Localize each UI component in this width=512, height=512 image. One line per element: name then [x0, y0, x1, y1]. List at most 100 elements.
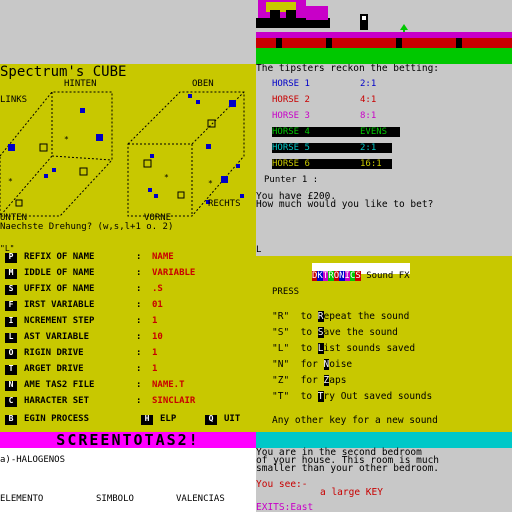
- sound-option-key: "Z": [272, 375, 290, 386]
- item-key: a large KEY: [320, 487, 383, 498]
- menu-value: 01: [152, 300, 163, 310]
- menu-key-t[interactable]: T: [5, 365, 17, 375]
- menu-value: 1: [152, 364, 158, 374]
- sound-option-key: "R": [272, 311, 290, 322]
- any-key-text: Any other key for a new sound: [272, 415, 438, 426]
- menu-key-c[interactable]: C: [5, 397, 17, 407]
- menu-colon: :: [136, 284, 142, 294]
- sound-option-post: ry Out saved sounds: [323, 391, 433, 402]
- sound-option-pre: to: [300, 327, 318, 338]
- sound-option-post: aps: [329, 375, 347, 386]
- exits-line: EXITS:East: [256, 502, 314, 512]
- sound-option-pre: to: [300, 343, 318, 354]
- menu-value: .S: [152, 284, 163, 294]
- horse-2-name: HORSE 2: [272, 95, 310, 105]
- svg-text:*: *: [64, 135, 69, 144]
- menu-value: 1: [152, 316, 158, 326]
- menu-label: NCREMENT STEP: [24, 316, 95, 326]
- menu-colon: :: [136, 268, 142, 278]
- menu-label: IDDLE OF NAME: [24, 268, 95, 278]
- adventure-top-band: [256, 432, 512, 448]
- sound-option-row[interactable]: "L" to List sounds saved: [272, 343, 415, 354]
- menu-label: REFIX OF NAME: [24, 252, 95, 262]
- tas-bottom-bar: B EGIN PROCESS H ELP Q UIT: [0, 413, 256, 427]
- cube-panel: Spectrum's CUBE HINTEN OBEN LINKS * * * …: [0, 64, 256, 240]
- cube-net-diagram: * * * *: [0, 91, 245, 217]
- svg-text:*: *: [8, 177, 13, 186]
- col-elemento: ELEMENTO: [0, 494, 44, 504]
- press-label: PRESS: [272, 287, 300, 297]
- menu-colon: :: [136, 380, 142, 390]
- horse-1-odds: 2:1: [360, 79, 377, 89]
- rotation-prompt: Naechste Drehung? (w,s,l+1 o. 2): [0, 222, 174, 232]
- horse-5-name: HORSE 5: [272, 143, 310, 153]
- menu-key-s[interactable]: S: [5, 285, 17, 295]
- brand-letter: N: [339, 271, 345, 281]
- menu-colon: :: [136, 396, 142, 406]
- menu-label: AST VARIABLE: [24, 332, 90, 342]
- menu-key-i[interactable]: I: [5, 317, 17, 327]
- menu-label: HARACTER SET: [24, 396, 90, 406]
- room-line-3: smaller than your other bedroom.: [256, 463, 440, 474]
- help-key[interactable]: H: [141, 415, 153, 425]
- you-see-label: You see:-: [256, 479, 308, 490]
- col-valencias: VALENCIAS: [176, 494, 225, 504]
- menu-key-p[interactable]: P: [5, 253, 17, 263]
- menu-value: NAME.T: [152, 380, 185, 390]
- sound-option-post: ave the sound: [323, 327, 398, 338]
- menu-key-n[interactable]: N: [5, 381, 17, 391]
- begin-label: EGIN PROCESS: [24, 414, 90, 424]
- game-scene-graphic: [256, 0, 512, 64]
- sound-option-pre: to: [300, 391, 318, 402]
- sound-title: DKTRONICS Sound FX: [312, 263, 410, 281]
- input-cursor[interactable]: L: [256, 246, 261, 255]
- tas-banner: SCREENTOTAS2!: [0, 432, 256, 448]
- menu-colon: :: [136, 252, 142, 262]
- horse-1-name: HORSE 1: [272, 79, 310, 89]
- sound-option-row[interactable]: "S" to Save the sound: [272, 327, 398, 338]
- sound-option-row[interactable]: "N" for Noise: [272, 359, 353, 370]
- horse-5-odds: 2:1: [360, 143, 377, 153]
- sound-option-pre: to: [300, 311, 318, 322]
- sound-option-pre: for: [300, 375, 324, 386]
- sound-option-pre: for: [300, 359, 324, 370]
- menu-colon: :: [136, 332, 142, 342]
- tas-banner-text: SCREENTOTAS2!: [56, 432, 200, 448]
- menu-value: VARIABLE: [152, 268, 196, 278]
- sound-option-key: "S": [272, 327, 290, 338]
- menu-key-l[interactable]: L: [5, 333, 17, 343]
- horse-6-name: HORSE 6: [272, 159, 310, 169]
- horse-6-odds: 16:1: [360, 159, 382, 169]
- sound-option-post: epeat the sound: [323, 311, 410, 322]
- sound-panel: DKTRONICS Sound FX PRESS "R" to Repeat t…: [256, 256, 512, 432]
- sound-option-row[interactable]: "T" to Try Out saved sounds: [272, 391, 433, 402]
- menu-colon: :: [136, 316, 142, 326]
- menu-value: SINCLAIR: [152, 396, 196, 406]
- menu-colon: :: [136, 364, 142, 374]
- menu-label: ARGET DRIVE: [24, 364, 84, 374]
- menu-key-o[interactable]: O: [5, 349, 17, 359]
- sound-option-post: oise: [329, 359, 353, 370]
- begin-key[interactable]: B: [5, 415, 17, 425]
- menu-key-m[interactable]: M: [5, 269, 17, 279]
- menu-label: UFFIX OF NAME: [24, 284, 95, 294]
- horse-3-name: HORSE 3: [272, 111, 310, 121]
- betting-header: The tipsters reckon the betting:: [256, 64, 440, 74]
- sound-option-row[interactable]: "R" to Repeat the sound: [272, 311, 410, 322]
- sound-title-rest: Sound FX: [360, 271, 410, 281]
- label-rechts: RECHTS: [208, 199, 241, 209]
- quit-key[interactable]: Q: [205, 415, 217, 425]
- menu-value: 1: [152, 348, 158, 358]
- svg-text:*: *: [208, 179, 213, 188]
- menu-key-f[interactable]: F: [5, 301, 17, 311]
- chem-panel: a)-HALOGENOS ELEMENTO SIMBOLO VALENCIAS: [0, 448, 256, 512]
- sound-option-row[interactable]: "Z" for Zaps: [272, 375, 347, 386]
- col-simbolo: SIMBOLO: [96, 494, 134, 504]
- svg-text:*: *: [164, 173, 169, 182]
- punter-label: Punter 1 :: [264, 175, 319, 185]
- horse-2-odds: 4:1: [360, 95, 377, 105]
- blank-panel: [0, 0, 256, 64]
